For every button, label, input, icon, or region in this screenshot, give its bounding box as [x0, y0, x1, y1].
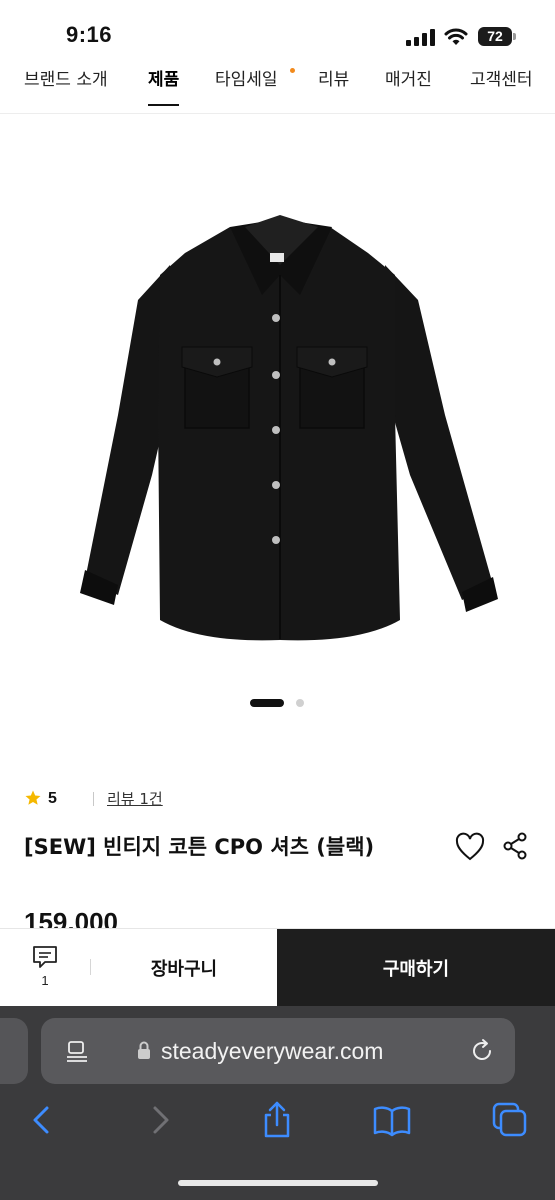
status-bar: 9:16 72 [0, 0, 555, 62]
previous-tab[interactable] [0, 1018, 28, 1084]
add-to-cart-button[interactable]: 장바구니 [91, 929, 277, 1007]
battery-icon: 72 [478, 27, 516, 46]
nav-item-brand[interactable]: 브랜드 소개 [24, 68, 108, 106]
nav-item-reviews[interactable]: 리뷰 [318, 68, 349, 106]
new-badge-dot [290, 68, 295, 73]
back-icon[interactable] [22, 1100, 62, 1140]
share-sheet-icon[interactable] [257, 1100, 297, 1140]
bookmarks-icon[interactable] [372, 1100, 412, 1140]
product-title: [SEW] 빈티지 코튼 CPO 셔츠 (블랙) [24, 835, 375, 859]
reload-icon[interactable] [469, 1038, 495, 1064]
divider [93, 792, 94, 806]
chat-count: 1 [41, 973, 49, 988]
product-image[interactable] [0, 115, 555, 685]
nav-item-products[interactable]: 제품 [148, 68, 180, 106]
buy-now-button[interactable]: 구매하기 [277, 929, 555, 1007]
nav-item-products-label: 제품 [148, 70, 180, 90]
top-nav: 브랜드 소개 제품 타임세일 리뷰 매거진 고객센터 [0, 62, 555, 114]
carousel-indicator [0, 697, 555, 709]
chat-button[interactable]: 1 [22, 943, 68, 993]
review-count-link[interactable]: 리뷰 1건 [107, 788, 163, 810]
status-time: 9:16 [66, 22, 113, 47]
chat-icon [33, 946, 57, 968]
rating-value: 5 [48, 790, 57, 807]
star-icon [25, 790, 41, 805]
rating-row: 5 리뷰 1건 [24, 788, 324, 810]
share-icon[interactable] [501, 831, 529, 861]
nav-item-magazine[interactable]: 매거진 [385, 68, 432, 106]
home-indicator [178, 1180, 378, 1186]
active-tab-underline [148, 104, 180, 106]
cellular-signal-icon [406, 29, 435, 46]
purchase-bar: 1 장바구니 구매하기 [0, 928, 555, 1007]
address-bar[interactable]: steadyeverywear.com [41, 1018, 515, 1084]
heart-icon[interactable] [454, 832, 486, 862]
tabs-icon[interactable] [490, 1100, 530, 1140]
wifi-icon [444, 28, 468, 45]
browser-toolbar: steadyeverywear.com [0, 1006, 555, 1200]
black-shirt-image [80, 215, 498, 641]
url-label: steadyeverywear.com [161, 1038, 384, 1064]
forward-icon[interactable] [140, 1100, 180, 1140]
nav-item-support[interactable]: 고객센터 [470, 68, 533, 106]
carousel-dot-active[interactable] [250, 699, 284, 707]
page-menu-icon[interactable] [65, 1039, 89, 1063]
carousel-dot[interactable] [296, 699, 304, 707]
battery-level: 72 [478, 27, 512, 46]
url-text: steadyeverywear.com [135, 1018, 435, 1084]
nav-item-timesale[interactable]: 타임세일 [215, 68, 278, 106]
